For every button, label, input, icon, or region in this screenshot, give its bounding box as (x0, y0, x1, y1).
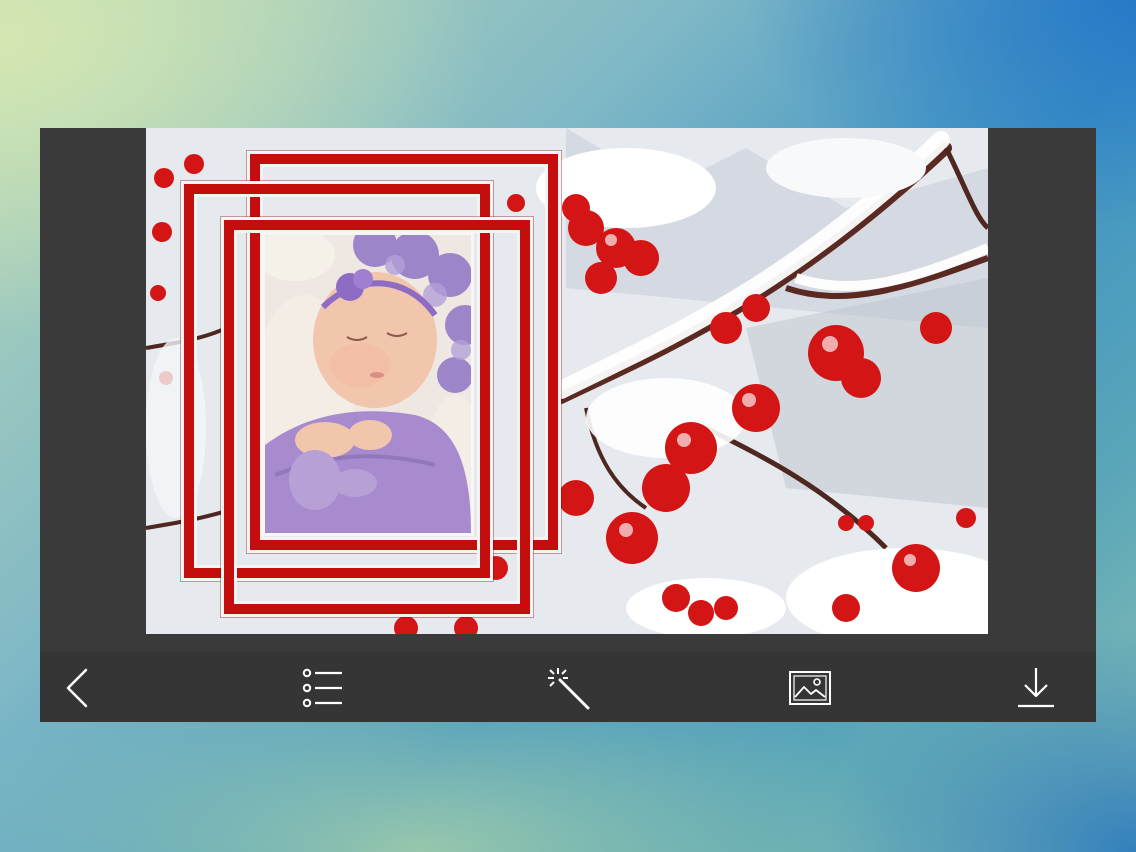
background-gallery-button[interactable] (788, 666, 832, 710)
bottom-toolbar (40, 652, 1096, 722)
chevron-left-icon (66, 668, 88, 708)
photo-canvas[interactable] (146, 128, 988, 634)
sleeping-baby-image (265, 235, 471, 533)
frames-list-button[interactable] (300, 666, 344, 710)
magic-wand-icon (548, 668, 590, 710)
save-button[interactable] (1014, 666, 1058, 710)
back-button[interactable] (56, 666, 100, 710)
download-icon (1018, 668, 1054, 708)
image-icon (789, 671, 831, 705)
list-icon (302, 668, 342, 708)
baby-photo[interactable] (262, 232, 474, 536)
effects-button[interactable] (546, 666, 590, 710)
photo-frame-stack[interactable] (180, 150, 560, 620)
editor-panel (40, 128, 1096, 652)
